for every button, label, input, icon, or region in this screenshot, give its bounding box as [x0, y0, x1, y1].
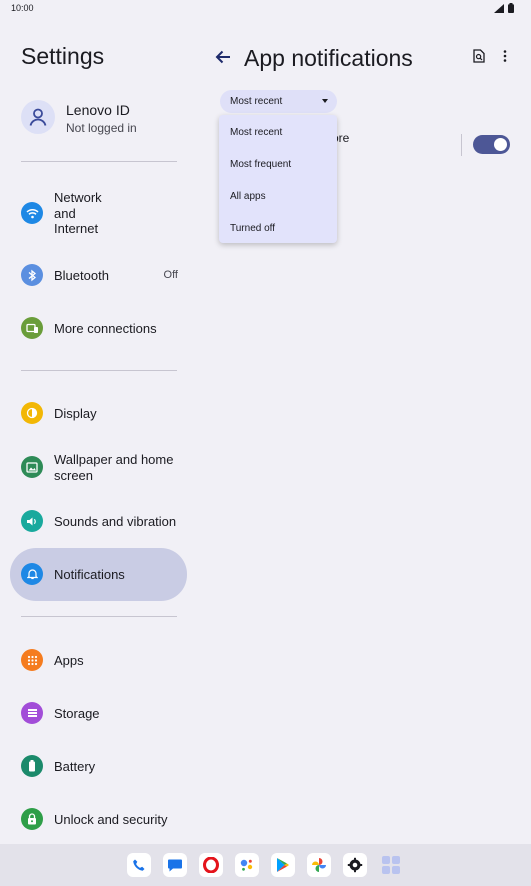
devices-icon [21, 317, 43, 339]
bluetooth-icon [21, 264, 43, 286]
sidebar-item-label: Display [54, 406, 97, 421]
sidebar-item-battery[interactable]: Battery [10, 745, 187, 787]
sidebar-item-bluetooth[interactable]: Bluetooth Off [10, 254, 187, 296]
sidebar-item-label: Storage [54, 706, 100, 721]
sidebar-item-label: Bluetooth [54, 268, 109, 283]
caret-down-icon [322, 99, 328, 103]
account-subtitle: Not logged in [66, 121, 137, 135]
menu-item-turned-off[interactable]: Turned off [219, 212, 337, 244]
row-separator [461, 134, 462, 156]
battery-icon [21, 755, 43, 777]
person-icon [21, 100, 55, 134]
sidebar-item-security[interactable]: Unlock and security [10, 798, 187, 840]
toggle-knob [494, 138, 507, 151]
sort-menu: Most recent Most frequent All apps Turne… [219, 115, 337, 243]
sidebar-item-label: Sounds and vibration [54, 514, 177, 529]
bluetooth-status: Off [163, 269, 178, 281]
assistant-icon[interactable] [235, 853, 259, 877]
volume-icon [21, 510, 43, 532]
sidebar-item-network[interactable]: Network and Internet [10, 187, 187, 239]
apps-grid-icon [21, 649, 43, 671]
account-item[interactable]: Lenovo ID Not logged in [21, 100, 191, 140]
settings-gear-icon[interactable] [343, 853, 367, 877]
app-drawer-icon[interactable] [379, 853, 403, 877]
sidebar-item-label: Unlock and security [54, 812, 168, 827]
status-bar: 10:00 [0, 0, 531, 18]
more-vert-icon[interactable] [498, 47, 512, 65]
photos-icon[interactable] [307, 853, 331, 877]
sidebar-item-label: Network and Internet [54, 190, 102, 236]
sidebar-item-label: Battery [54, 759, 96, 774]
account-name: Lenovo ID [66, 102, 130, 118]
menu-item-most-recent[interactable]: Most recent [219, 116, 337, 148]
search-in-page-icon[interactable] [470, 47, 488, 65]
sidebar-item-label: Apps [54, 653, 84, 668]
play-store-icon[interactable] [271, 853, 295, 877]
sidebar-item-sounds[interactable]: Sounds and vibration [10, 500, 187, 542]
notification-toggle[interactable] [473, 135, 510, 154]
taskbar [0, 844, 531, 886]
lock-icon [21, 808, 43, 830]
opera-icon[interactable] [199, 853, 223, 877]
sort-dropdown[interactable]: Most recent [220, 90, 337, 113]
storage-icon [21, 702, 43, 724]
sidebar-item-display[interactable]: Display [10, 392, 187, 434]
wifi-icon [21, 202, 43, 224]
phone-icon[interactable] [127, 853, 151, 877]
sidebar-item-notifications[interactable]: Notifications [10, 548, 187, 601]
back-arrow-icon[interactable] [212, 46, 234, 68]
sidebar-item-wallpaper[interactable]: Wallpaper and home screen [10, 443, 187, 491]
page-title: App notifications [244, 45, 413, 71]
signal-icon [494, 3, 504, 13]
divider [21, 370, 177, 371]
menu-item-most-frequent[interactable]: Most frequent [219, 148, 337, 180]
image-icon [21, 456, 43, 478]
sidebar-item-label: Wallpaper and home screen [54, 452, 174, 483]
status-time: 10:00 [11, 3, 34, 13]
messages-icon[interactable] [163, 853, 187, 877]
settings-pane: Settings Lenovo ID Not logged in Network… [0, 18, 198, 844]
status-icons [494, 3, 514, 13]
brightness-icon [21, 402, 43, 424]
menu-item-all-apps[interactable]: All apps [219, 180, 337, 212]
settings-title: Settings [21, 43, 105, 69]
sidebar-item-apps[interactable]: Apps [10, 639, 187, 681]
divider [21, 161, 177, 162]
app-notifications-pane: App notifications Most recent ore Most r… [198, 18, 531, 844]
dock [127, 853, 403, 877]
sort-dropdown-label: Most recent [230, 96, 283, 107]
sidebar-item-label: Notifications [54, 567, 125, 582]
sidebar-item-label: More connections [54, 321, 157, 336]
battery-icon [508, 3, 514, 13]
bell-icon [21, 563, 43, 585]
sidebar-item-storage[interactable]: Storage [10, 692, 187, 734]
sidebar-item-more-connections[interactable]: More connections [10, 307, 187, 349]
divider [21, 616, 177, 617]
